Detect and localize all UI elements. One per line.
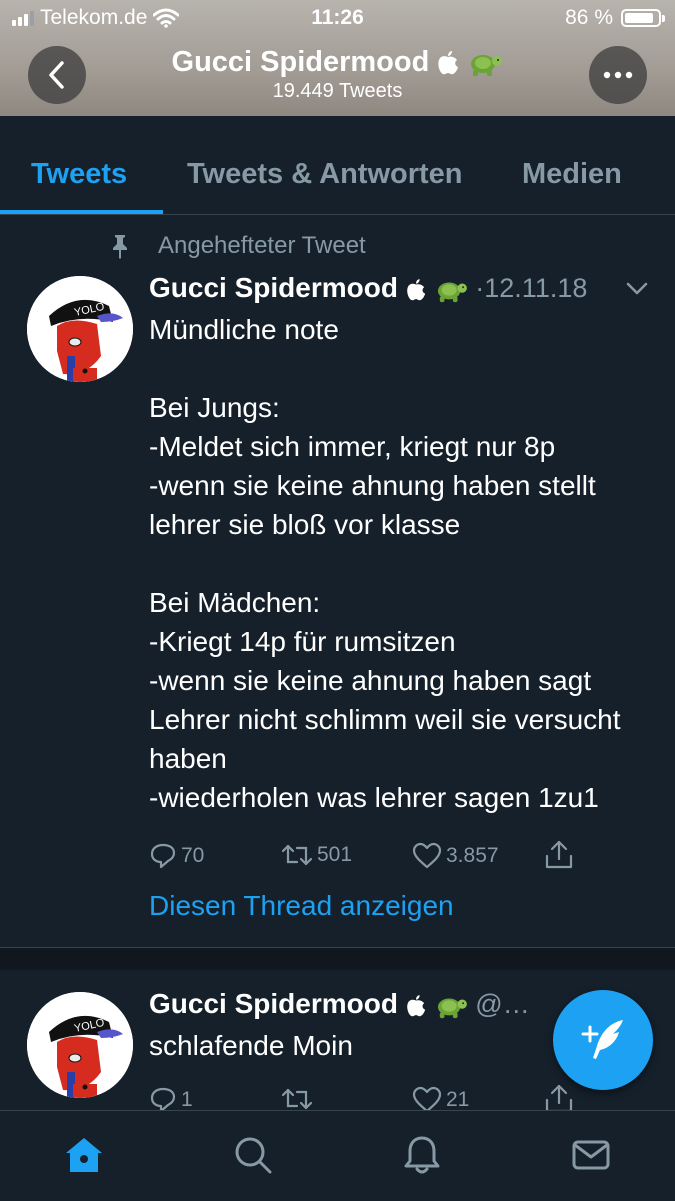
nav-notifications[interactable] <box>400 1133 444 1177</box>
retweet-icon <box>281 1088 313 1110</box>
tab-tweets[interactable]: Tweets <box>31 158 127 191</box>
tweet-handle[interactable]: @… <box>475 989 529 1019</box>
avatar[interactable]: YOLO <box>27 992 133 1098</box>
nav-messages[interactable] <box>569 1133 613 1177</box>
header-title-text: Gucci Spidermood <box>171 46 430 78</box>
share-icon <box>545 840 573 869</box>
active-tab-indicator <box>0 210 163 214</box>
turtle-emoji-icon <box>471 55 503 77</box>
tweet-count: 19.449 Tweets <box>272 80 403 102</box>
like-count: 21 <box>446 1088 470 1111</box>
pinned-indicator: Angehefteter Tweet <box>108 232 366 260</box>
show-thread-link[interactable]: Diesen Thread anzeigen <box>149 890 454 922</box>
tweet-date[interactable]: ·12.11.18 <box>475 273 587 303</box>
retweet-button[interactable]: 501 <box>281 842 352 868</box>
tab-tweets-and-replies[interactable]: Tweets & Antworten <box>187 158 463 191</box>
home-icon <box>66 1138 102 1172</box>
compose-tweet-button[interactable] <box>553 990 653 1090</box>
reply-button[interactable]: 70 <box>149 842 204 870</box>
apple-icon <box>406 994 425 1016</box>
like-icon <box>412 842 442 869</box>
battery-info: 86 % <box>565 6 665 30</box>
tweet-actions: 70 501 3.857 <box>0 840 675 874</box>
pin-icon <box>113 235 127 259</box>
battery-icon <box>621 9 665 27</box>
nav-home[interactable] <box>62 1133 106 1177</box>
tweet-author: Gucci Spidermood ·12.11.18 <box>149 272 587 304</box>
battery-percent: 86 % <box>565 6 613 29</box>
status-bar: Telekom.de 11:26 86 % <box>0 0 675 38</box>
like-count: 3.857 <box>446 844 499 867</box>
tweet-text: schlafende Moin <box>149 1030 353 1061</box>
chevron-down-icon[interactable] <box>626 282 648 296</box>
retweet-button[interactable] <box>281 1086 317 1112</box>
retweet-count: 501 <box>317 843 353 866</box>
like-button[interactable]: 3.857 <box>412 842 499 870</box>
share-button[interactable] <box>544 840 574 870</box>
tweet-text: Mündliche note Bei Jungs: -Meldet sich i… <box>149 314 621 813</box>
reply-icon <box>150 843 176 869</box>
more-icon <box>603 71 633 79</box>
spiderman-avatar-image: YOLO <box>27 276 133 382</box>
nav-search[interactable] <box>231 1133 275 1177</box>
author-name[interactable]: Gucci Spidermood <box>149 272 398 303</box>
pinned-label: Angehefteter Tweet <box>158 232 366 259</box>
bottom-navigation <box>0 1110 675 1201</box>
retweet-icon <box>281 844 313 866</box>
tab-media[interactable]: Medien <box>522 158 622 191</box>
author-name[interactable]: Gucci Spidermood <box>149 988 398 1019</box>
apple-icon <box>438 51 459 75</box>
reply-count: 70 <box>181 844 205 867</box>
apple-icon <box>406 278 425 300</box>
messages-icon <box>572 1140 610 1170</box>
section-divider <box>0 947 675 970</box>
turtle-emoji-icon <box>437 282 467 302</box>
spiderman-avatar-image: YOLO <box>27 992 133 1098</box>
more-options-button[interactable] <box>589 46 647 104</box>
compose-icon <box>581 1020 623 1059</box>
tweet-author: Gucci Spidermood @… <box>149 988 530 1020</box>
reply-count: 1 <box>181 1088 193 1111</box>
notifications-icon <box>404 1136 440 1174</box>
header-title: Gucci Spidermood <box>0 46 675 79</box>
avatar[interactable]: YOLO <box>27 276 133 382</box>
profile-tabs: Tweets Tweets & Antworten Medien <box>0 116 675 215</box>
search-icon <box>235 1137 272 1174</box>
turtle-emoji-icon <box>437 998 467 1018</box>
